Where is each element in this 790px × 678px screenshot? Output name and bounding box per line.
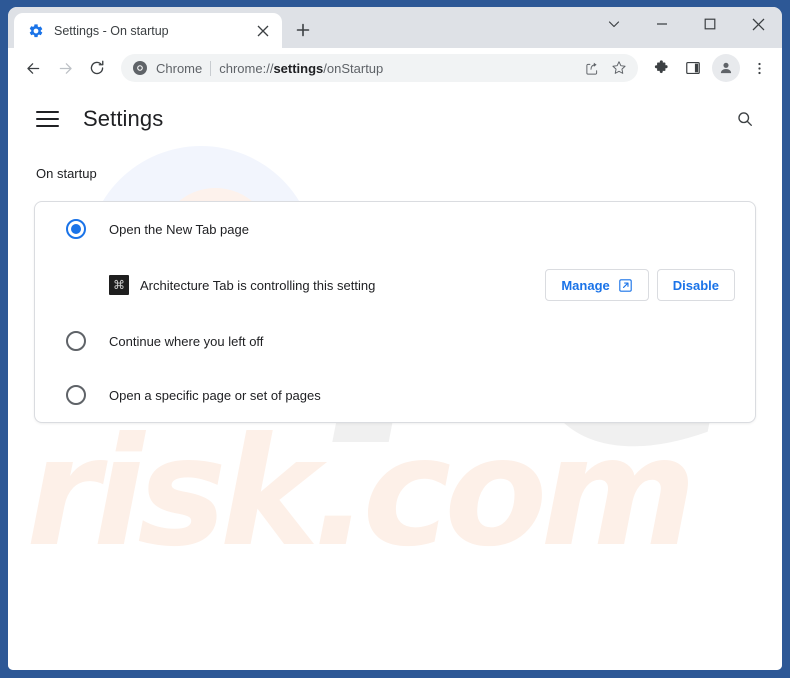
chevron-down-icon <box>608 21 620 28</box>
section-label-on-startup: On startup <box>36 166 97 181</box>
side-panel-button[interactable] <box>678 53 708 83</box>
search-icon <box>738 112 752 126</box>
omnibox-chrome-label: Chrome <box>156 60 203 76</box>
profile-button[interactable] <box>712 54 740 82</box>
hamburger-menu-icon[interactable] <box>36 106 62 132</box>
extension-notice-text: Architecture Tab is controlling this set… <box>140 277 376 293</box>
extension-icon: ⌘ <box>109 275 129 295</box>
share-button[interactable] <box>579 55 605 81</box>
plus-icon <box>296 23 310 37</box>
manage-button[interactable]: Manage <box>545 269 649 301</box>
extension-actions: Manage Disable <box>545 269 735 301</box>
radio-option-new-tab-page[interactable]: Open the New Tab page <box>35 202 755 256</box>
search-settings-button[interactable] <box>730 104 760 134</box>
close-window-button[interactable] <box>734 7 782 41</box>
radio-option-continue-where-left-off[interactable]: Continue where you left off <box>35 314 755 368</box>
side-panel-icon <box>686 61 700 75</box>
gear-icon <box>29 23 43 37</box>
radio-label: Continue where you left off <box>109 333 264 349</box>
browser-window-frame: Settings - On startup Chrome chrome://se… <box>0 0 790 678</box>
forward-arrow-icon <box>59 62 72 74</box>
watermark-secondary-text: risk.com <box>26 406 697 580</box>
page-title: Settings <box>83 106 164 131</box>
window-controls <box>590 7 782 41</box>
url-prefix: chrome:// <box>219 60 274 76</box>
radio-label: Open the New Tab page <box>109 221 249 237</box>
omnibox-url-text: chrome://settings/onStartup <box>219 61 571 76</box>
hamburger-bar <box>36 118 59 120</box>
puzzle-piece-icon <box>654 59 668 73</box>
bookmark-button[interactable] <box>606 55 632 81</box>
tab-strip: Settings - On startup <box>8 7 782 48</box>
close-icon <box>752 18 764 30</box>
reload-button[interactable] <box>82 53 112 83</box>
radio-option-specific-page[interactable]: Open a specific page or set of pages <box>35 368 755 422</box>
manage-button-label: Manage <box>561 277 610 293</box>
chrome-menu-button[interactable] <box>744 53 774 83</box>
tab-search-chevron-button[interactable] <box>590 7 638 41</box>
browser-toolbar: Chrome chrome://settings/onStartup <box>8 48 782 88</box>
profile-avatar-icon <box>720 62 732 74</box>
back-button[interactable] <box>18 53 48 83</box>
omnibox-separator <box>210 60 212 76</box>
disable-button-label: Disable <box>672 277 719 293</box>
extension-icon-glyph: ⌘ <box>113 278 125 292</box>
radio-button-unselected[interactable] <box>66 385 86 405</box>
external-link-icon <box>618 278 632 292</box>
hamburger-bar <box>36 125 59 127</box>
new-tab-button[interactable] <box>288 15 318 45</box>
settings-header: Settings <box>8 90 782 148</box>
browser-window: Settings - On startup Chrome chrome://se… <box>8 7 782 670</box>
tab-title: Settings - On startup <box>54 23 169 38</box>
on-startup-card: Open the New Tab page ⌘ Architecture Tab… <box>34 201 756 423</box>
extensions-button[interactable] <box>646 53 676 83</box>
hamburger-bar <box>36 111 59 113</box>
minimize-icon <box>657 23 667 25</box>
minimize-button[interactable] <box>638 7 686 41</box>
chrome-logo-icon <box>133 61 147 75</box>
maximize-button[interactable] <box>686 7 734 41</box>
radio-button-selected[interactable] <box>66 219 86 239</box>
three-dot-menu-icon <box>757 62 761 74</box>
radio-label: Open a specific page or set of pages <box>109 387 321 403</box>
bookmark-star-icon <box>612 61 626 74</box>
settings-page: PC risk.com Settings <box>8 88 782 670</box>
radio-button-unselected[interactable] <box>66 331 86 351</box>
settings-content: Settings On startup Open the New Tab pag… <box>8 90 782 423</box>
tab-close-button[interactable] <box>252 20 274 42</box>
reload-icon <box>90 60 104 75</box>
address-bar[interactable]: Chrome chrome://settings/onStartup <box>121 54 638 82</box>
url-suffix: /onStartup <box>323 60 384 76</box>
url-bold-segment: settings <box>273 60 324 76</box>
back-arrow-icon <box>26 62 39 74</box>
forward-button <box>50 53 80 83</box>
maximize-icon <box>704 18 716 30</box>
disable-button[interactable]: Disable <box>656 269 735 301</box>
browser-tab-settings[interactable]: Settings - On startup <box>14 13 282 48</box>
close-icon <box>257 25 269 36</box>
share-icon <box>585 62 597 75</box>
extension-notice-row: ⌘ Architecture Tab is controlling this s… <box>35 256 755 314</box>
omnibox-actions <box>579 55 632 81</box>
